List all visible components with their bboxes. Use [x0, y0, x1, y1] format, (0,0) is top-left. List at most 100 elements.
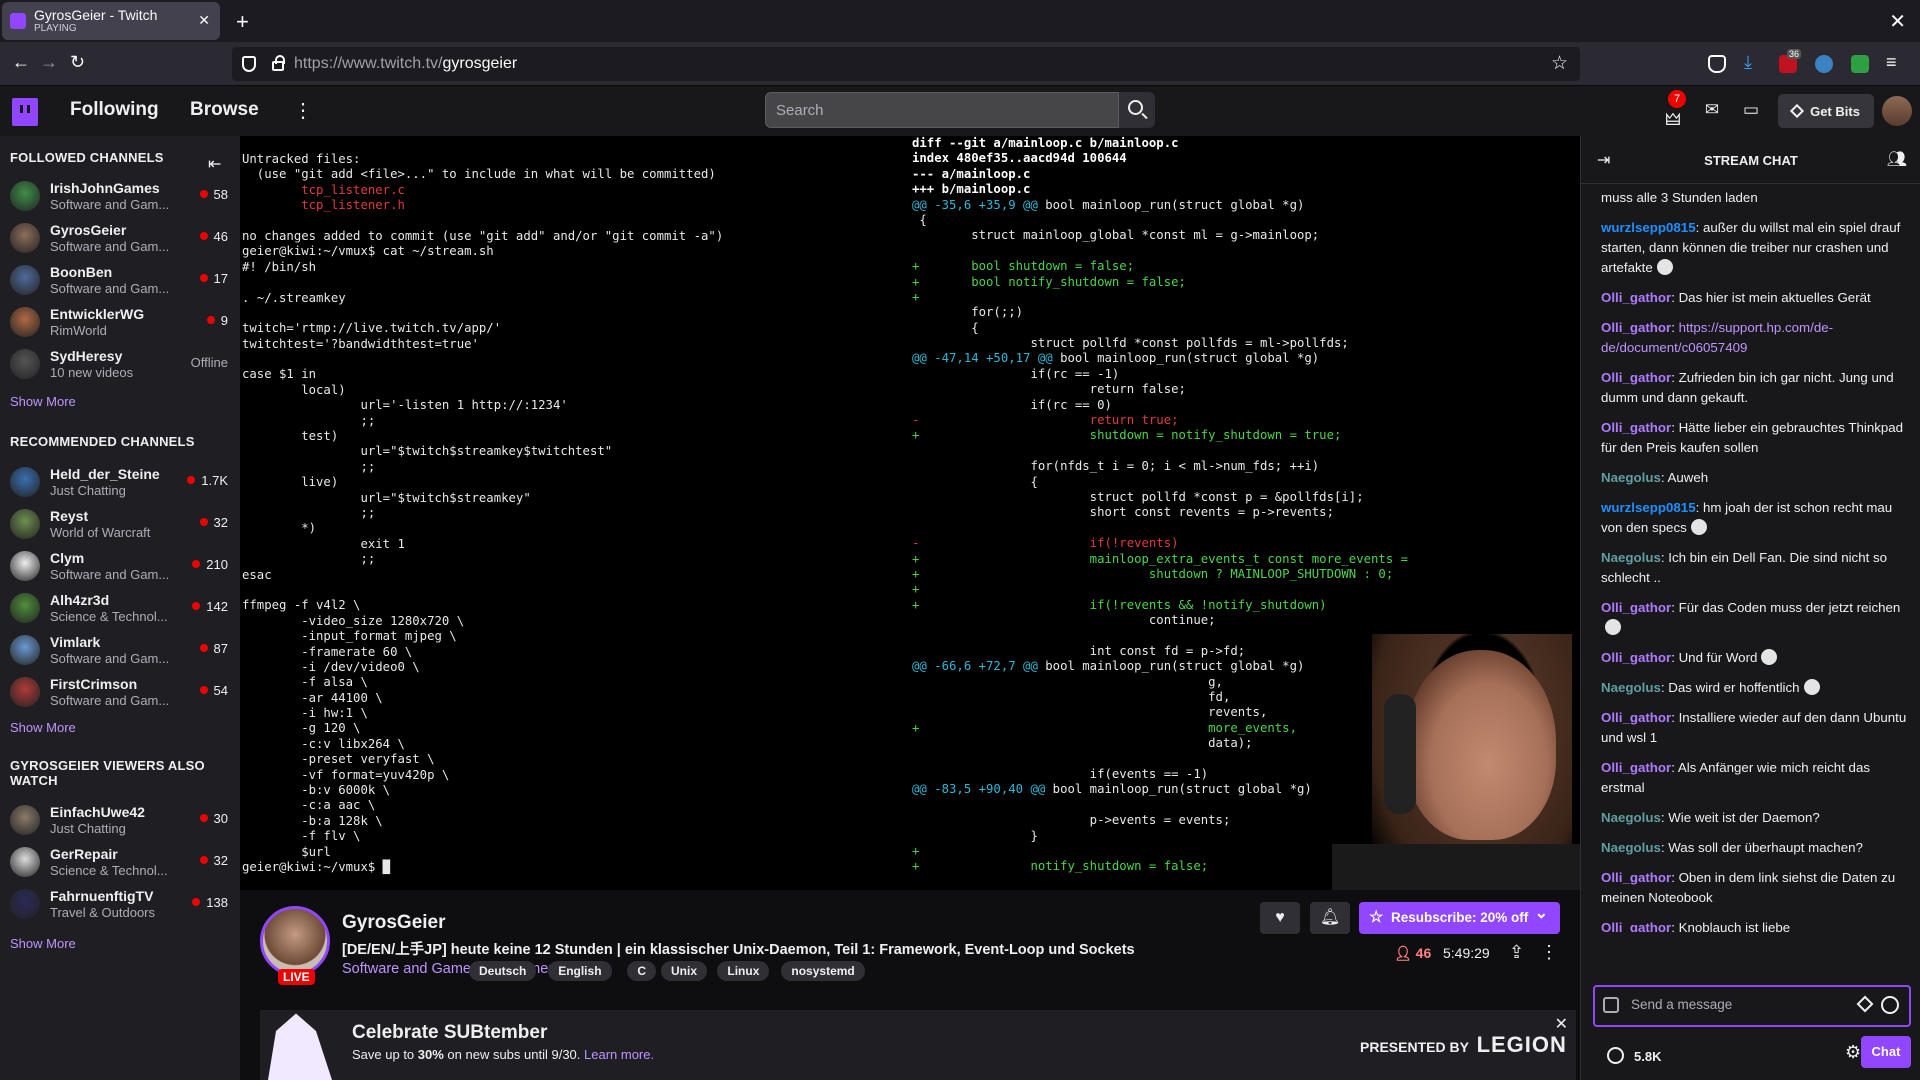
show-more-also-watch[interactable]: Show More: [10, 936, 76, 951]
browser-tab[interactable]: GyrosGeier - Twitch PLAYING ✕: [2, 2, 220, 40]
twitch-logo-icon[interactable]: [12, 98, 38, 126]
notification-bell-icon[interactable]: 🔔︎: [1310, 902, 1350, 934]
sidebar-channel[interactable]: FahrnuenftigTV Travel & Outdoors 138: [0, 884, 240, 926]
stream-tag[interactable]: nosystemd: [781, 961, 865, 981]
diff-line: + bool notify_shutdown = false;: [912, 274, 1186, 289]
nav-browse[interactable]: Browse: [190, 99, 259, 121]
sidebar-channel[interactable]: GyrosGeier Software and Gam... 46: [0, 218, 240, 260]
shield-icon[interactable]: [242, 56, 256, 72]
chat-username[interactable]: Olli_gathor: [1601, 290, 1671, 305]
bits-icon[interactable]: [1856, 995, 1874, 1013]
back-icon[interactable]: ←: [12, 52, 30, 73]
chat-username[interactable]: Naegolus: [1601, 550, 1661, 565]
tab-status: PLAYING: [34, 23, 77, 34]
emote-icon[interactable]: [1656, 259, 1673, 275]
new-tab-icon[interactable]: +: [236, 9, 249, 35]
stream-tag[interactable]: English: [548, 961, 612, 981]
menu-icon[interactable]: ≡: [1886, 52, 1897, 73]
chat-settings-icon[interactable]: ⚙: [1845, 1042, 1861, 1063]
chat-badge-icon[interactable]: [1603, 997, 1619, 1013]
sidebar-channel[interactable]: Held_der_Steine Just Chatting 1.7K: [0, 462, 240, 504]
channel-points[interactable]: 5.8K: [1607, 1047, 1661, 1064]
show-more-followed[interactable]: Show More: [10, 394, 76, 409]
user-avatar[interactable]: [1882, 96, 1912, 126]
streamer-avatar[interactable]: [260, 906, 330, 976]
chat-username[interactable]: Olli_gathor: [1601, 710, 1671, 725]
sidebar-channel[interactable]: GerRepair Science & Technol... 32: [0, 842, 240, 884]
chat-username[interactable]: Olli_gathor: [1601, 370, 1671, 385]
chat-username[interactable]: Olli_gathor: [1601, 600, 1671, 615]
terminal-line: ;;: [242, 459, 376, 474]
bookmark-star-icon[interactable]: ☆: [1551, 52, 1568, 75]
ublock-icon[interactable]: 36: [1779, 49, 1802, 73]
channel-name: SydHeresy: [50, 348, 123, 364]
chat-username[interactable]: Olli_gathor: [1601, 320, 1671, 335]
community-icon[interactable]: 👥︎: [1887, 149, 1907, 169]
more-vertical-icon[interactable]: ⋮: [293, 98, 313, 123]
banner-close-icon[interactable]: ✕: [1555, 1014, 1568, 1034]
chat-input[interactable]: [1631, 997, 1851, 1012]
chat-text: Und für Word: [1678, 650, 1758, 665]
window-close-icon[interactable]: ✕: [1889, 9, 1906, 34]
chat-message: wurzlsepp0815: außer du willst mal ein s…: [1601, 220, 1901, 275]
sidebar-channel[interactable]: IrishJohnGames Software and Gam... 58: [0, 176, 240, 218]
forward-icon[interactable]: →: [40, 52, 58, 73]
resubscribe-button[interactable]: Resubscribe: 20% off: [1359, 898, 1560, 934]
extension-icon-2[interactable]: [1851, 55, 1869, 73]
downloads-icon[interactable]: ⤓: [1744, 52, 1752, 73]
collapse-sidebar-icon[interactable]: ⇤: [208, 154, 221, 174]
chat-username[interactable]: Olli_gathor: [1601, 420, 1671, 435]
stream-tag[interactable]: Linux: [717, 961, 770, 981]
chat-send-button[interactable]: Chat: [1861, 1036, 1911, 1068]
extension-icon[interactable]: [1815, 55, 1833, 73]
inbox-icon[interactable]: ✉: [1702, 100, 1722, 120]
sidebar-channel[interactable]: Reyst World of Warcraft 32: [0, 504, 240, 546]
chat-username[interactable]: Naegolus: [1601, 680, 1661, 695]
emote-picker-icon[interactable]: [1881, 996, 1899, 1014]
chat-username[interactable]: Naegolus: [1601, 470, 1661, 485]
lock-icon[interactable]: [272, 55, 285, 71]
stream-tag[interactable]: Deutsch: [469, 961, 537, 981]
learn-more-link[interactable]: Learn more.: [584, 1047, 654, 1062]
emote-icon[interactable]: [1605, 619, 1621, 635]
address-bar[interactable]: https://www.twitch.tv/gyrosgeier ☆: [232, 47, 1580, 81]
sidebar-channel[interactable]: SydHeresy 10 new videos Offline: [0, 344, 240, 386]
nav-following[interactable]: Following: [70, 99, 159, 121]
more-options-icon[interactable]: ⋮: [1540, 942, 1558, 963]
video-player[interactable]: Untracked files: (use "git add <file>...…: [240, 136, 1580, 890]
get-bits-button[interactable]: Get Bits: [1778, 94, 1874, 128]
reload-icon[interactable]: ↻: [70, 52, 85, 73]
show-more-recommended[interactable]: Show More: [10, 720, 76, 735]
emote-icon[interactable]: [1803, 679, 1820, 695]
chat-username[interactable]: wurzlsepp0815: [1601, 500, 1696, 515]
streamer-name[interactable]: GyrosGeier: [342, 912, 446, 934]
pocket-icon[interactable]: [1708, 55, 1726, 73]
search-button[interactable]: [1119, 92, 1155, 128]
chat-username[interactable]: Olli_gathor: [1601, 870, 1671, 885]
emote-icon[interactable]: [1690, 519, 1707, 535]
sidebar-channel[interactable]: EntwicklerWG RimWorld 9: [0, 302, 240, 344]
sidebar-channel[interactable]: Clym Software and Gam... 210: [0, 546, 240, 588]
share-icon[interactable]: ⇪: [1509, 942, 1524, 963]
sidebar-channel[interactable]: Vimlark Software and Gam... 87: [0, 630, 240, 672]
channel-avatar: [10, 889, 40, 919]
tab-close-icon[interactable]: ✕: [198, 12, 210, 29]
chat-username[interactable]: Olli_gathor: [1601, 920, 1671, 932]
search-input[interactable]: [766, 93, 1096, 127]
chat-username[interactable]: Olli_gathor: [1601, 650, 1671, 665]
emote-icon[interactable]: [1761, 649, 1778, 665]
sidebar-channel[interactable]: FirstCrimson Software and Gam... 54: [0, 672, 240, 714]
whispers-icon[interactable]: ▭: [1741, 100, 1761, 120]
chat-username[interactable]: Olli_gathor: [1601, 760, 1671, 775]
url-text[interactable]: https://www.twitch.tv/gyrosgeier: [294, 55, 517, 73]
diff-line: + mainloop_extra_events_t const more_eve…: [912, 551, 1409, 566]
chat-username[interactable]: Naegolus: [1601, 840, 1661, 855]
sidebar-channel[interactable]: BoonBen Software and Gam... 17: [0, 260, 240, 302]
follow-heart-icon[interactable]: ♥: [1260, 902, 1300, 934]
sidebar-channel[interactable]: EinfachUwe42 Just Chatting 30: [0, 800, 240, 842]
stream-tag[interactable]: Unix: [661, 961, 708, 981]
sidebar-channel[interactable]: Alh4zr3d Science & Technol... 142: [0, 588, 240, 630]
chat-username[interactable]: Naegolus: [1601, 810, 1661, 825]
chat-username[interactable]: wurzlsepp0815: [1601, 220, 1696, 235]
stream-tag[interactable]: C: [627, 961, 657, 981]
